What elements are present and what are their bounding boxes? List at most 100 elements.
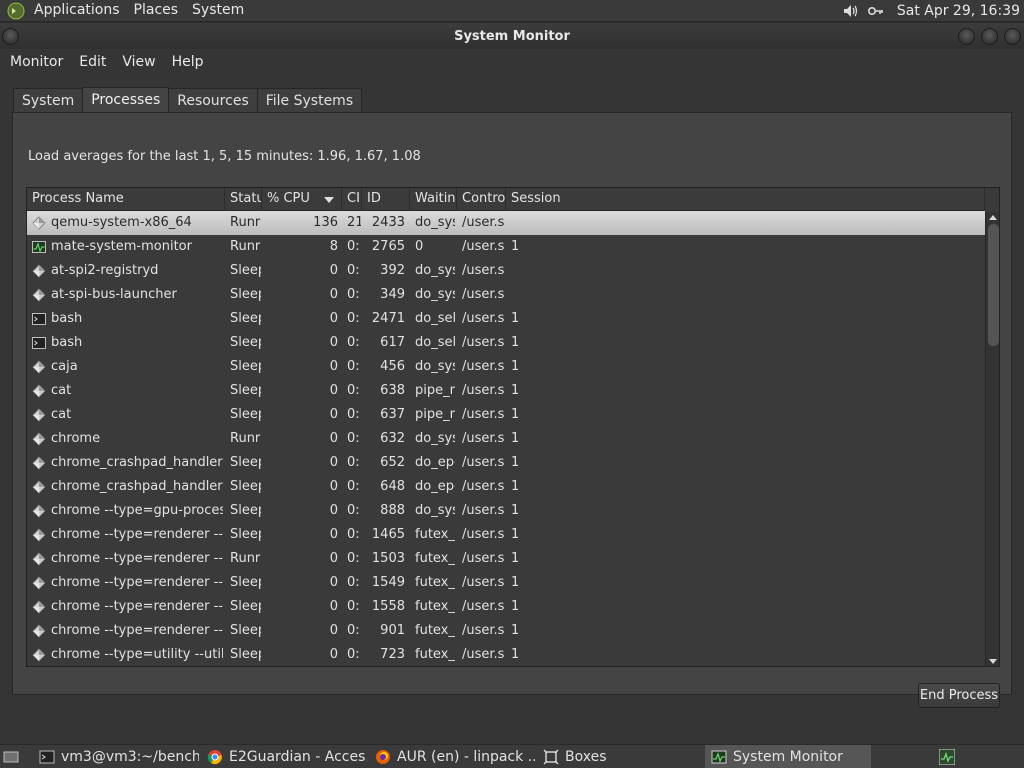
cell-status: Sleep bbox=[230, 287, 261, 302]
cell-process-name: chrome bbox=[51, 431, 101, 446]
menu-monitor[interactable]: Monitor bbox=[2, 49, 71, 75]
cell-cpu-time: 0: bbox=[347, 575, 360, 590]
cell-waiting: futex_w bbox=[415, 647, 455, 662]
system-menu[interactable]: System bbox=[185, 0, 251, 22]
tab-processes[interactable]: Processes bbox=[82, 87, 170, 114]
cell-id: 2471 bbox=[371, 311, 405, 326]
volume-icon[interactable] bbox=[839, 0, 861, 22]
window-menu-button[interactable] bbox=[2, 28, 19, 45]
cell-process-name: at-spi2-registryd bbox=[51, 263, 159, 278]
table-row[interactable]: chrome --type=renderer --cras Runr 0 0: 1503… bbox=[27, 547, 985, 571]
cell-cpu: 0 bbox=[329, 311, 338, 326]
table-row[interactable]: cat Sleep 0 0: 638 pipe_re/user.s 1 bbox=[27, 379, 985, 403]
cell-cpu-time: 0: bbox=[347, 359, 360, 374]
tab-resources[interactable]: Resources bbox=[168, 88, 258, 113]
table-row[interactable]: chrome --type=renderer --cras Sleep 0 0: 154… bbox=[27, 571, 985, 595]
cell-cpu: 0 bbox=[329, 383, 338, 398]
diamond-icon bbox=[32, 480, 46, 494]
cell-process-name: chrome_crashpad_handler bbox=[51, 479, 223, 494]
show-desktop-button[interactable] bbox=[0, 745, 30, 768]
task-terminal[interactable]: vm3@vm3:~/bench... bbox=[33, 745, 199, 768]
task-e2guardian[interactable]: E2Guardian - Acces... bbox=[201, 745, 367, 768]
places-menu[interactable]: Places bbox=[127, 0, 186, 22]
table-row[interactable]: bash Sleep 0 0: 2471 do_sele/user.s 1 bbox=[27, 307, 985, 331]
cell-status: Runr bbox=[230, 239, 261, 254]
applications-menu[interactable]: Applications bbox=[27, 0, 127, 22]
tab-system[interactable]: System bbox=[13, 88, 84, 113]
cell-process-name: cat bbox=[51, 383, 72, 398]
col-cpu[interactable]: % CPU bbox=[262, 188, 342, 211]
task-system-monitor[interactable]: System Monitor bbox=[705, 745, 871, 768]
diamond-icon bbox=[32, 408, 46, 422]
diamond-icon bbox=[32, 216, 46, 230]
col-waiting[interactable]: Waiting bbox=[410, 188, 457, 211]
col-session[interactable]: Session bbox=[506, 188, 985, 211]
cell-id: 723 bbox=[380, 647, 405, 662]
scroll-up-icon[interactable] bbox=[989, 215, 997, 220]
maximize-button[interactable] bbox=[981, 28, 998, 45]
col-status[interactable]: Statu bbox=[225, 188, 262, 211]
minimize-button[interactable] bbox=[958, 28, 975, 45]
table-row[interactable]: chrome --type=gpu-process -- Sleep 0 0: 888 d… bbox=[27, 499, 985, 523]
cell-id: 1558 bbox=[371, 599, 405, 614]
cell-waiting: pipe_re bbox=[415, 407, 455, 422]
sort-descending-icon bbox=[324, 197, 334, 203]
cell-session: 1 bbox=[511, 431, 520, 446]
table-row[interactable]: caja Sleep 0 0: 456 do_sys/user.s 1 bbox=[27, 355, 985, 379]
table-row[interactable]: chrome --type=renderer --cras Sleep 0 0: 155… bbox=[27, 595, 985, 619]
menu-help[interactable]: Help bbox=[164, 49, 212, 75]
table-row[interactable]: chrome --type=renderer --cras Sleep 0 0: 901… bbox=[27, 619, 985, 643]
end-process-button[interactable]: End Process bbox=[918, 683, 1000, 708]
monitor-icon bbox=[32, 240, 46, 254]
close-button[interactable] bbox=[1004, 28, 1021, 45]
workspace-switcher[interactable] bbox=[933, 745, 961, 768]
cell-waiting: do_epo bbox=[415, 479, 455, 494]
task-aur[interactable]: AUR (en) - linpack ... bbox=[369, 745, 535, 768]
cell-session: 1 bbox=[511, 383, 520, 398]
vertical-scrollbar[interactable] bbox=[985, 212, 999, 666]
cell-process-name: chrome --type=renderer --cras bbox=[51, 527, 223, 542]
scroll-down-icon[interactable] bbox=[989, 659, 997, 664]
tab-file-systems[interactable]: File Systems bbox=[256, 88, 363, 113]
cell-control: /user.s bbox=[462, 311, 504, 326]
table-row[interactable]: chrome Runr 0 0: 632 do_sys/user.s 1 bbox=[27, 427, 985, 451]
cell-status: Sleep bbox=[230, 503, 261, 518]
table-row[interactable]: cat Sleep 0 0: 637 pipe_re/user.s 1 bbox=[27, 403, 985, 427]
task-boxes[interactable]: Boxes bbox=[537, 745, 703, 768]
menu-view[interactable]: View bbox=[114, 49, 163, 75]
panel-clock[interactable]: Sat Apr 29, 16:39 bbox=[891, 3, 1024, 19]
scrollbar-thumb[interactable] bbox=[988, 224, 999, 346]
table-row[interactable]: chrome_crashpad_handler Sleep 0 0: 648 do_epo… bbox=[27, 475, 985, 499]
cell-control: /user.s bbox=[462, 623, 504, 638]
table-row[interactable]: at-spi2-registryd Sleep 0 0: 392 do_sys/user.… bbox=[27, 259, 985, 283]
cell-control: /user.s bbox=[462, 407, 504, 422]
window-titlebar[interactable]: System Monitor bbox=[0, 23, 1024, 49]
col-control[interactable]: Control bbox=[457, 188, 506, 211]
table-row[interactable]: qemu-system-x86_64 Runr 136 21 2433 do_sys/us… bbox=[27, 211, 985, 235]
table-row[interactable]: mate-system-monitor Runr 8 0: 2765 0/user.s 1 bbox=[27, 235, 985, 259]
menu-edit[interactable]: Edit bbox=[71, 49, 114, 75]
cell-control: /user.s bbox=[462, 455, 504, 470]
cell-process-name: chrome_crashpad_handler bbox=[51, 455, 223, 470]
col-cpu-time[interactable]: CI bbox=[342, 188, 362, 211]
table-row[interactable]: chrome_crashpad_handler Sleep 0 0: 652 do_epo… bbox=[27, 451, 985, 475]
diamond-icon bbox=[32, 528, 46, 542]
col-id[interactable]: ID bbox=[362, 188, 410, 211]
cell-session bbox=[511, 283, 571, 307]
col-process-name[interactable]: Process Name bbox=[27, 188, 225, 211]
cell-process-name: chrome --type=renderer --cras bbox=[51, 623, 223, 638]
diamond-icon bbox=[32, 576, 46, 590]
menubar: Monitor Edit View Help bbox=[0, 49, 1024, 75]
cell-id: 888 bbox=[380, 503, 405, 518]
cell-id: 456 bbox=[380, 359, 405, 374]
network-key-icon[interactable] bbox=[865, 0, 887, 22]
table-row[interactable]: at-spi-bus-launcher Sleep 0 0: 349 do_sys/use… bbox=[27, 283, 985, 307]
firefox-icon bbox=[376, 750, 390, 764]
mate-logo-icon[interactable] bbox=[5, 0, 27, 22]
table-row[interactable]: chrome --type=utility --utility-s Sleep 00… bbox=[27, 643, 985, 666]
cell-status: Sleep bbox=[230, 311, 261, 326]
cell-process-name: chrome --type=utility --utility-s bbox=[51, 647, 223, 662]
table-row[interactable]: bash Sleep 0 0: 617 do_sele/user.s 1 bbox=[27, 331, 985, 355]
cell-process-name: cat bbox=[51, 407, 72, 422]
table-row[interactable]: chrome --type=renderer --cras Sleep 0 0: 146… bbox=[27, 523, 985, 547]
